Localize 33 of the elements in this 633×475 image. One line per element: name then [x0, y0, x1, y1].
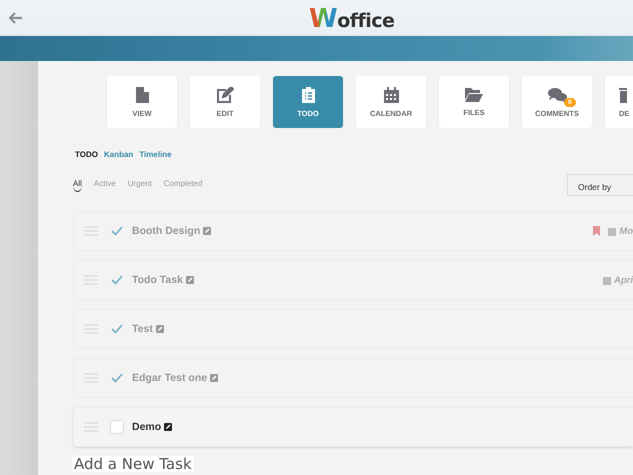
view-link[interactable]: Kanban [104, 150, 134, 159]
view-link[interactable]: TODO [75, 150, 98, 159]
date-text: Apri [614, 274, 633, 286]
bookmark-icon[interactable] [593, 226, 600, 236]
task-checkbox[interactable] [110, 322, 124, 336]
edit-icon [216, 86, 234, 102]
file-icon [136, 86, 148, 102]
checkmark-icon [111, 324, 123, 334]
checkmark-icon [111, 226, 123, 236]
edit-icon[interactable] [164, 423, 172, 431]
back-arrow-icon[interactable] [9, 12, 23, 24]
task-title: Booth Design [132, 225, 200, 237]
task-checkbox[interactable] [110, 224, 124, 238]
folder-icon [465, 88, 483, 102]
task-row[interactable]: Demo [73, 407, 633, 447]
comments-icon [548, 86, 566, 102]
task-title: Edgar Test one [132, 372, 208, 384]
date-text: Mo [619, 226, 633, 236]
task-title: Test [132, 323, 153, 335]
order-by-select[interactable]: Order by [567, 174, 633, 196]
checkmark-icon [111, 275, 123, 285]
task-title: Todo Task [132, 274, 183, 286]
add-task-heading: Add a New Task [72, 456, 194, 472]
clipboard-icon [302, 86, 314, 102]
filter-tab[interactable]: All [73, 178, 82, 192]
trash-icon [619, 86, 627, 102]
task-checkbox[interactable] [110, 420, 124, 434]
view-link[interactable]: Timeline [139, 150, 172, 159]
logo[interactable]: Woffice [309, 4, 394, 34]
task-checkbox[interactable] [110, 371, 124, 385]
checkmark-icon [111, 373, 123, 383]
task-title: Demo [132, 421, 162, 433]
task-checkbox[interactable] [110, 273, 124, 287]
